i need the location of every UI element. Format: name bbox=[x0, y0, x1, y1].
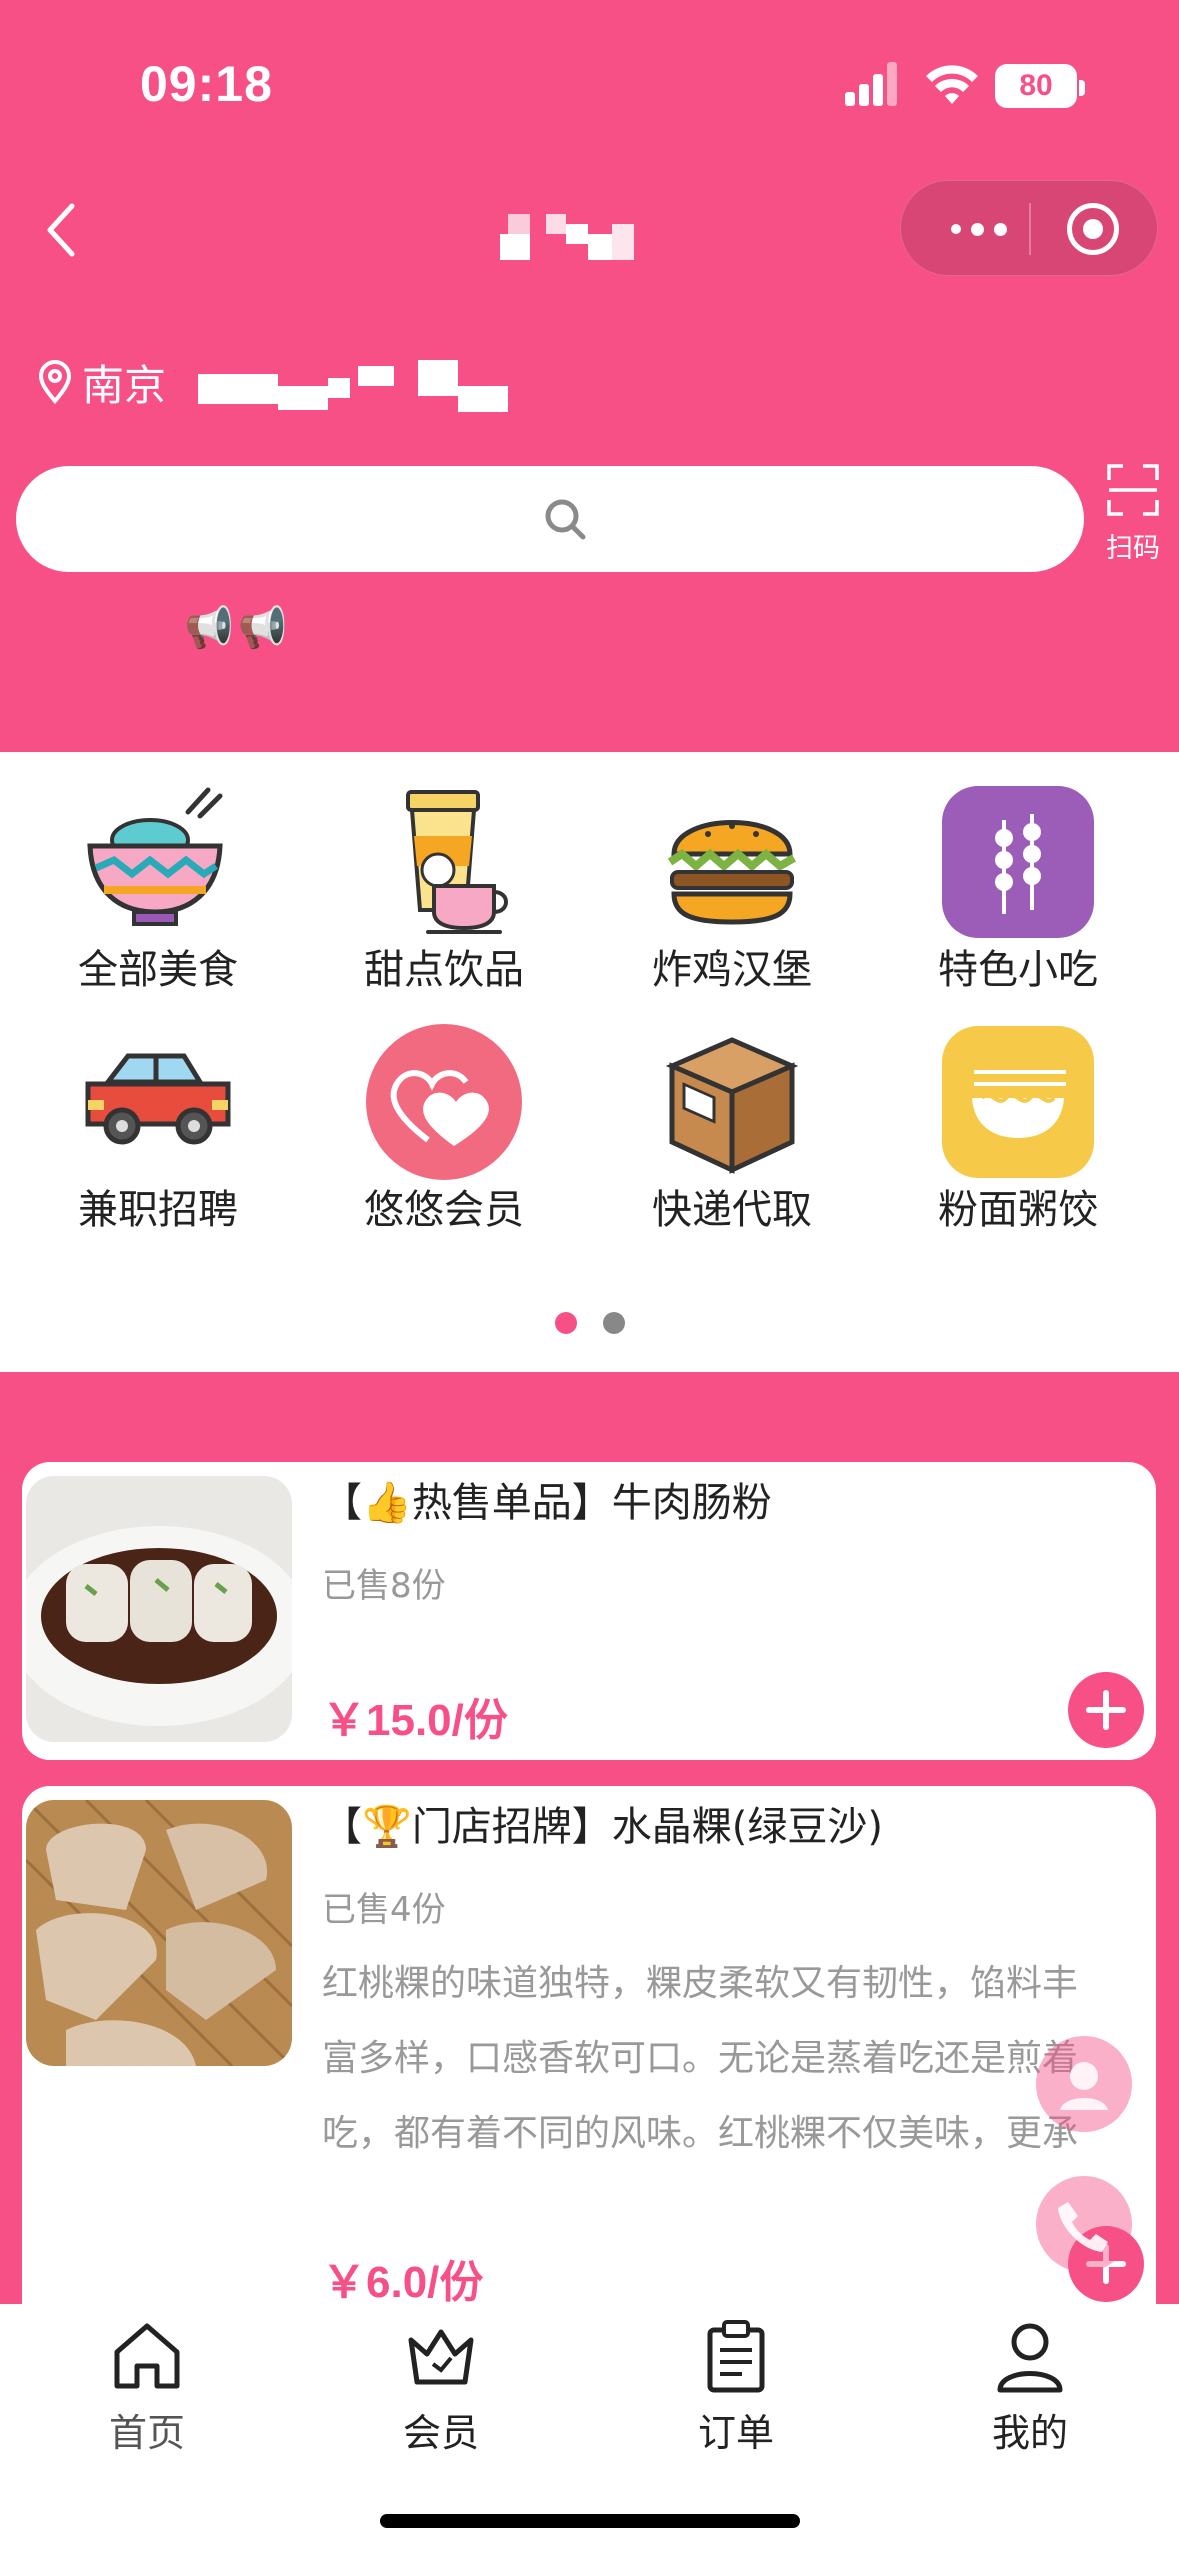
tab-label: 会员 bbox=[402, 2411, 479, 2455]
location-address-mosaic bbox=[198, 356, 508, 420]
announcement-bar[interactable]: 📢 📢 bbox=[184, 602, 288, 654]
home-icon bbox=[114, 2323, 180, 2389]
product-description: 红桃粿的味道独特，粿皮柔软又有韧性，馅料丰 富多样，口感香软可口。无论是蒸着吃还… bbox=[322, 1963, 1079, 2154]
noodle-bowl-icon bbox=[942, 1026, 1094, 1178]
status-bar: 09:18 80 bbox=[0, 0, 1179, 170]
category-pager bbox=[0, 1312, 1179, 1334]
category-label: 全部美食 bbox=[78, 947, 238, 993]
tab-orders[interactable]: 订单 bbox=[636, 2316, 836, 2456]
category-fried-chicken-burger[interactable]: 炸鸡汉堡 bbox=[602, 752, 862, 993]
product-name: 【👍热售单品】牛肉肠粉 bbox=[322, 1480, 772, 1526]
category-noodles-dumplings[interactable]: 粉面粥饺 bbox=[888, 992, 1148, 1233]
location-selector[interactable]: 南京 bbox=[36, 352, 166, 412]
hearts-icon bbox=[366, 1024, 522, 1180]
product-price: ￥6.0/份 bbox=[322, 2258, 484, 2307]
phone-icon bbox=[1058, 2202, 1108, 2252]
cellular-signal-icon bbox=[845, 62, 907, 106]
scan-button[interactable]: 扫码 bbox=[1100, 462, 1166, 565]
tab-home[interactable]: 首页 bbox=[47, 2316, 247, 2456]
scan-icon bbox=[1107, 464, 1159, 516]
more-options-icon[interactable] bbox=[939, 215, 1019, 243]
megaphone-icon: 📢 bbox=[237, 605, 288, 651]
pager-dot-active[interactable] bbox=[554, 1312, 577, 1334]
trophy-icon: 🏆 bbox=[362, 1804, 412, 1850]
category-jobs[interactable]: 兼职招聘 bbox=[28, 992, 288, 1233]
category-label: 粉面粥饺 bbox=[938, 1187, 1098, 1233]
user-icon bbox=[997, 2323, 1063, 2393]
back-arrow-icon[interactable] bbox=[38, 200, 88, 260]
pager-dot[interactable] bbox=[602, 1312, 625, 1334]
tab-label: 我的 bbox=[991, 2411, 1068, 2455]
category-grid: 全部美食 甜点饮品 炸鸡汉堡 特色小吃 兼职招聘 悠悠会员 快递代取 粉面粥饺 bbox=[0, 752, 1179, 1372]
tab-label: 订单 bbox=[697, 2411, 774, 2455]
skewer-icon bbox=[942, 786, 1094, 938]
add-to-cart-button[interactable] bbox=[1068, 1672, 1144, 1748]
tab-membership[interactable]: 会员 bbox=[341, 2316, 541, 2456]
mini-program-capsule bbox=[900, 180, 1158, 276]
category-label: 快递代取 bbox=[652, 1187, 812, 1233]
clipboard-icon bbox=[707, 2320, 765, 2393]
product-sold-count: 已售8份 bbox=[322, 1566, 446, 1606]
product-list: 【👍热售单品】牛肉肠粉 已售8份 ￥15.0/份 【🏆门店招牌】水晶粿(绿豆沙)… bbox=[0, 1372, 1179, 2386]
tab-profile[interactable]: 我的 bbox=[930, 2316, 1130, 2456]
car-icon bbox=[85, 1053, 231, 1145]
burger-icon bbox=[667, 820, 796, 925]
thumbs-up-icon: 👍 bbox=[362, 1480, 412, 1526]
category-label: 炸鸡汉堡 bbox=[652, 947, 812, 993]
category-membership[interactable]: 悠悠会员 bbox=[314, 992, 574, 1233]
product-image-rice-roll bbox=[26, 1476, 292, 1742]
page-title-mosaic bbox=[500, 210, 640, 260]
product-card[interactable]: 【👍热售单品】牛肉肠粉 已售8份 ￥15.0/份 bbox=[22, 1462, 1156, 1760]
product-price: ￥15.0/份 bbox=[322, 1696, 508, 1745]
product-card[interactable]: 【🏆门店招牌】水晶粿(绿豆沙) 已售4份 红桃粿的味道独特，粿皮柔软又有韧性，馅… bbox=[22, 1786, 1156, 2386]
category-label: 甜点饮品 bbox=[364, 947, 524, 993]
category-all-food[interactable]: 全部美食 bbox=[28, 752, 288, 993]
home-indicator bbox=[380, 2514, 800, 2528]
location-text: 南京 bbox=[82, 360, 167, 410]
location-pin-icon bbox=[38, 360, 72, 404]
phone-call-button[interactable] bbox=[1036, 2176, 1132, 2272]
scan-label: 扫码 bbox=[1106, 533, 1160, 564]
box-icon bbox=[665, 1037, 799, 1174]
search-input[interactable] bbox=[16, 466, 1084, 572]
category-desserts-drinks[interactable]: 甜点饮品 bbox=[314, 752, 574, 993]
category-label: 特色小吃 bbox=[938, 947, 1098, 993]
category-label: 悠悠会员 bbox=[364, 1187, 524, 1233]
category-label: 兼职招聘 bbox=[78, 1187, 238, 1233]
product-name: 【🏆门店招牌】水晶粿(绿豆沙) bbox=[322, 1804, 884, 1850]
tab-label: 首页 bbox=[108, 2411, 185, 2455]
wifi-icon bbox=[926, 65, 978, 104]
navigation-bar bbox=[0, 170, 1179, 290]
search-icon bbox=[545, 499, 586, 540]
product-image-crystal-dumpling bbox=[26, 1800, 292, 2066]
user-headset-icon bbox=[1060, 2062, 1108, 2110]
battery-icon: 80 bbox=[995, 64, 1085, 108]
product-sold-count: 已售4份 bbox=[322, 1890, 446, 1930]
drink-cup-icon bbox=[406, 790, 508, 934]
megaphone-icon: 📢 bbox=[184, 605, 234, 651]
status-time: 09:18 bbox=[140, 56, 273, 112]
customer-service-button[interactable] bbox=[1036, 2036, 1132, 2132]
rice-bowl-icon bbox=[87, 787, 223, 926]
close-target-icon[interactable] bbox=[1067, 203, 1119, 255]
category-snacks[interactable]: 特色小吃 bbox=[888, 752, 1148, 993]
crown-icon bbox=[408, 2329, 474, 2385]
category-express-pickup[interactable]: 快递代取 bbox=[602, 992, 862, 1233]
